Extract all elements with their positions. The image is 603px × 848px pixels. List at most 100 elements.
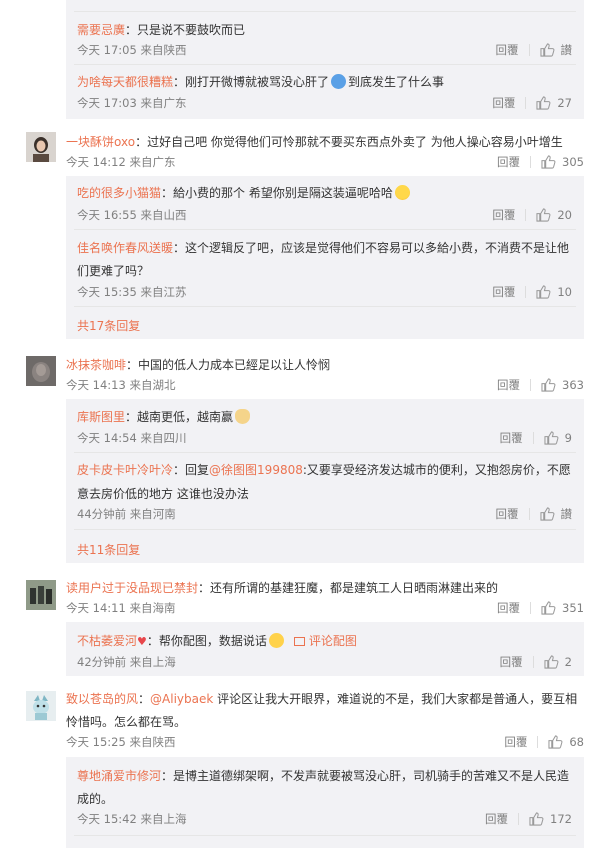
reply-text-cont: 成的。	[77, 792, 114, 806]
reply-button[interactable]: 回覆	[497, 377, 520, 393]
divider	[74, 835, 576, 836]
reply-button[interactable]: 回覆	[492, 95, 515, 111]
like-icon[interactable]	[541, 378, 556, 392]
divider	[530, 602, 532, 614]
reply-row: 库斯图里：越南更低，越南赢	[77, 408, 252, 425]
reply-username[interactable]: 为啥每天都很糟糕	[77, 75, 173, 89]
reply-button[interactable]: 回覆	[504, 734, 527, 750]
avatar[interactable]	[26, 356, 56, 386]
reply-row: 不枯萎爱河♥：帮你配图，数据说话 评论配图	[77, 633, 357, 648]
comment-feed: 需要忌廣：只是说不要鼓吹而已 今天 17:05 来自陕西 回覆 讃 为啥每天都很…	[0, 0, 603, 848]
comment-row: 冰抹茶咖啡：中国的低人力成本已經足以让人怜悯	[66, 358, 331, 372]
like-icon[interactable]	[536, 285, 551, 299]
divider	[74, 529, 576, 530]
reply-text-cont: 意去房价低的地方 这谁也没办法	[77, 487, 249, 501]
divider	[530, 156, 532, 168]
reply-actions: 回覆 讃	[496, 506, 573, 522]
avatar[interactable]	[26, 691, 56, 721]
reply-row: 佳名唤作春风送暖：这个逻辑反了吧，应该是觉得他们不容易可以多給小费，不消费不是让…	[77, 241, 570, 255]
like-icon[interactable]	[544, 431, 559, 445]
reply-actions: 回覆 10	[492, 284, 572, 300]
reply-button[interactable]: 回覆	[492, 284, 515, 300]
reply-text: 給小费的那个 希望你别是隔这装逼呢哈哈	[173, 186, 393, 200]
divider	[525, 97, 527, 109]
like-icon[interactable]	[539, 43, 555, 57]
avatar[interactable]	[26, 132, 56, 162]
like-icon[interactable]	[548, 735, 563, 749]
like-count: 2	[564, 655, 572, 669]
like-count: 172	[550, 812, 572, 826]
reply-actions: 回覆 讃	[496, 42, 573, 58]
divider	[518, 813, 520, 825]
reply-button[interactable]: 回覆	[500, 430, 523, 446]
comment-username[interactable]: 读用户过于没品现已禁封	[66, 581, 198, 595]
reply-row: 吃的很多小猫猫：給小费的那个 希望你别是隔这装逼呢哈哈	[77, 184, 412, 201]
comment-text: 还有所谓的基建狂魔，都是建筑工人日晒雨淋建出来的	[210, 581, 499, 595]
reply-text-cont: 们更难了吗？	[77, 264, 150, 278]
reply-username[interactable]: 佳名唤作春风送暖	[77, 241, 173, 255]
reply-block: 库斯图里：越南更低，越南赢 今天 14:54 来自四川 回覆 9 皮卡皮卡叶冷叶…	[66, 399, 584, 563]
comment-actions: 回覆 351	[497, 600, 584, 616]
more-replies-link[interactable]: 共17条回复	[77, 317, 140, 334]
like-icon[interactable]	[529, 812, 544, 826]
reply-username[interactable]: 尊地涌爱市修河	[77, 769, 161, 783]
reply-button[interactable]: 回覆	[496, 506, 519, 522]
avatar[interactable]	[26, 580, 56, 610]
comment-text: 评论区让我大开眼界，难道说的不是，我们大家都是普通人，要互相	[217, 692, 578, 706]
like-icon[interactable]	[541, 155, 556, 169]
reply-text-tail: 到底发生了什么事	[348, 75, 445, 89]
comment-actions: 回覆 305	[497, 154, 584, 170]
reply-actions: 回覆 2	[500, 654, 572, 670]
reply-text: 只是说不要鼓吹而已	[137, 23, 246, 37]
reply-text: 帮你配图，数据说话	[158, 634, 267, 648]
comment-username[interactable]: 一块酥饼oxo	[66, 135, 135, 149]
like-icon[interactable]	[536, 96, 551, 110]
like-icon[interactable]	[539, 507, 555, 521]
reply-row: 皮卡皮卡叶冷叶冷：回复@徐图图199808:又要享受经济发达城市的便利，又抱怨房…	[77, 463, 571, 477]
reply-button[interactable]: 回覆	[485, 811, 508, 827]
reply-username[interactable]: 需要忌廣	[77, 23, 125, 37]
reply-username[interactable]: 吃的很多小猫猫	[77, 186, 161, 200]
comment-username[interactable]: 致以苍岛的风	[66, 692, 138, 706]
divider	[528, 44, 530, 56]
more-replies-link[interactable]: 共11条回复	[77, 541, 140, 558]
like-count: 讃	[560, 507, 573, 521]
reply-meta: 今天 15:42 来自上海	[77, 812, 187, 826]
like-count: 68	[569, 735, 584, 749]
reply-button[interactable]: 回覆	[496, 42, 519, 58]
like-count: 讃	[560, 43, 573, 57]
reply-username[interactable]: 库斯图里	[77, 410, 125, 424]
reply-text: 刚打开微博就被骂没心肝了	[185, 75, 330, 89]
laugh-emoji-icon	[394, 185, 410, 200]
reply-username[interactable]: 皮卡皮卡叶冷叶冷	[77, 463, 173, 477]
reply-button[interactable]: 回覆	[497, 600, 520, 616]
mention-link[interactable]: @Aliybaek	[150, 692, 213, 706]
like-icon[interactable]	[536, 208, 551, 222]
mention-link[interactable]: @徐图图199808	[209, 463, 303, 477]
divider	[74, 11, 576, 12]
reply-row: 为啥每天都很糟糕：刚打开微博就被骂没心肝了 到底发生了什么事	[77, 74, 445, 89]
like-count: 351	[562, 601, 584, 615]
divider	[532, 656, 534, 668]
comment-meta: 今天 15:25 来自陕西	[66, 735, 176, 749]
reply-button[interactable]: 回覆	[500, 654, 523, 670]
reply-block: 吃的很多小猫猫：給小费的那个 希望你别是隔这装逼呢哈哈 今天 16:55 来自山…	[66, 176, 584, 339]
reply-text: 越南更低，越南赢	[137, 410, 234, 424]
comment-image-link[interactable]: 评论配图	[293, 634, 357, 648]
comment-text: 过好自己吧 你觉得他们可怜那就不要买东西点外卖了 为他人操心容易小叶增生	[147, 135, 563, 149]
reply-username[interactable]: 不枯萎爱河	[77, 634, 137, 648]
like-count: 363	[562, 378, 584, 392]
reply-button[interactable]: 回覆	[492, 207, 515, 223]
divider	[537, 736, 539, 748]
like-icon[interactable]	[544, 655, 559, 669]
reply-block: 不枯萎爱河♥：帮你配图，数据说话 评论配图 42分钟前 来自上海 回覆 2	[66, 622, 584, 676]
like-icon[interactable]	[541, 601, 556, 615]
reply-block: 尊地涌爱市修河：是博主道德绑架啊，不发声就要被骂没心肝，司机骑手的苦难又不是人民…	[66, 757, 584, 848]
reply-text: 是博主道德绑架啊，不发声就要被骂没心肝，司机骑手的苦难又不是人民造	[173, 769, 570, 783]
comment-username[interactable]: 冰抹茶咖啡	[66, 358, 126, 372]
comment-text: 中国的低人力成本已經足以让人怜悯	[138, 358, 331, 372]
comment-meta: 今天 14:11 来自海南	[66, 601, 176, 615]
reply-button[interactable]: 回覆	[497, 154, 520, 170]
reply-meta: 44分钟前 来自河南	[77, 507, 176, 521]
reply-text: 回复	[185, 463, 210, 477]
